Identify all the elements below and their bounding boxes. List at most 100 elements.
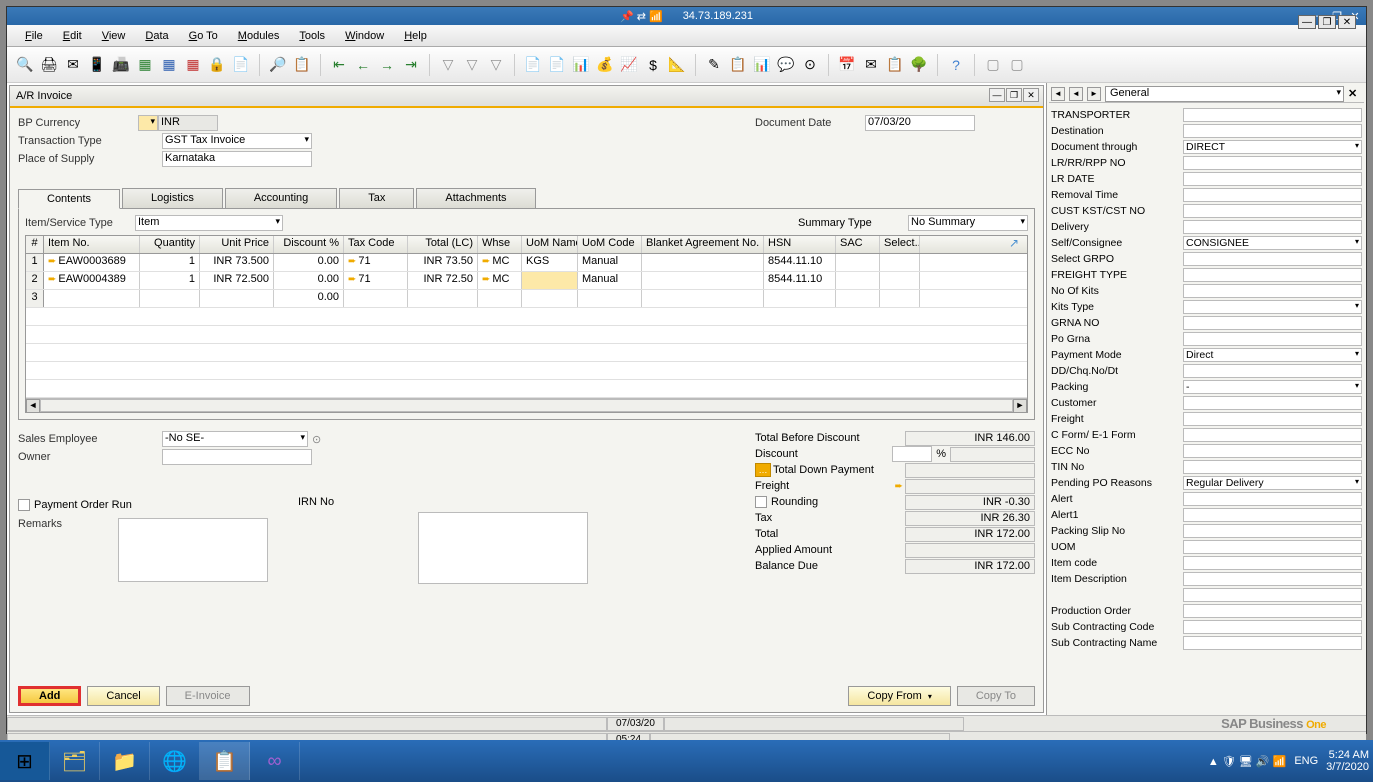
menu-file[interactable]: FFileile	[17, 28, 51, 44]
pdf-icon[interactable]: ▦	[183, 55, 203, 75]
udf-input[interactable]	[1183, 188, 1362, 202]
journal-icon[interactable]: 📊	[571, 55, 591, 75]
tray-lang[interactable]: ENG	[1294, 755, 1318, 767]
remarks-field[interactable]	[118, 518, 268, 582]
taskbar-chrome-icon[interactable]: 🌐	[150, 742, 200, 780]
print-icon[interactable]: 🖨	[39, 55, 59, 75]
bp-currency-field[interactable]: INR	[158, 115, 218, 131]
place-supply-field[interactable]: Karnataka	[162, 151, 312, 167]
app-restore-button[interactable]: ❐	[1318, 15, 1336, 29]
bp-currency-toggle[interactable]	[138, 115, 158, 131]
tab-tax[interactable]: Tax	[339, 188, 414, 208]
sales-employee-browse-icon[interactable]: ⊙	[312, 433, 321, 446]
discount-pct-field[interactable]	[892, 446, 932, 462]
einvoice-button[interactable]: E-Invoice	[166, 686, 250, 706]
col-num[interactable]: #	[26, 236, 44, 253]
side-prev-icon[interactable]: ◄	[1069, 87, 1083, 101]
col-hsn[interactable]: HSN	[764, 236, 836, 253]
word-icon[interactable]: ▦	[159, 55, 179, 75]
sales-employee-select[interactable]: -No SE-	[162, 431, 308, 447]
filter1-icon[interactable]: ▽	[438, 55, 458, 75]
menu-view[interactable]: View	[94, 28, 134, 44]
downpayment-browse-icon[interactable]: …	[755, 463, 771, 477]
fax-icon[interactable]: 📠	[111, 55, 131, 75]
preview-icon[interactable]: 🔍	[15, 55, 35, 75]
udf-input[interactable]	[1183, 316, 1362, 330]
form-minimize-button[interactable]: —	[989, 88, 1005, 102]
udf-input[interactable]	[1183, 252, 1362, 266]
alert-icon[interactable]: ⊙	[800, 55, 820, 75]
taskbar-sap-icon[interactable]: 📋	[200, 742, 250, 780]
udf-input[interactable]	[1183, 332, 1362, 346]
udf-input[interactable]	[1183, 396, 1362, 410]
form-restore-button[interactable]: ❐	[1006, 88, 1022, 102]
col-tax[interactable]: Tax Code	[344, 236, 408, 253]
col-sac[interactable]: SAC	[836, 236, 880, 253]
tray-icons[interactable]: ▲ 🛡 🖥 🔊 📶	[1208, 755, 1286, 768]
calendar-icon[interactable]: 📅	[837, 55, 857, 75]
tab-attachments[interactable]: Attachments	[416, 188, 535, 208]
menu-modules[interactable]: Modules	[230, 28, 288, 44]
freight-link-icon[interactable]: ➨	[895, 481, 903, 492]
lock-icon[interactable]: 🔒	[207, 55, 227, 75]
udf-input[interactable]	[1183, 604, 1362, 618]
col-uomn[interactable]: UoM Name	[522, 236, 578, 253]
side-category-select[interactable]: General	[1105, 86, 1344, 102]
filter3-icon[interactable]: ▽	[486, 55, 506, 75]
udf-input[interactable]	[1183, 444, 1362, 458]
irn-field[interactable]	[418, 512, 588, 584]
udf-input[interactable]	[1183, 572, 1362, 586]
udf-input[interactable]	[1183, 268, 1362, 282]
rounding-checkbox[interactable]	[755, 496, 767, 508]
menu-window[interactable]: Window	[337, 28, 392, 44]
col-qty[interactable]: Quantity	[140, 236, 200, 253]
udf-input[interactable]: Regular Delivery	[1183, 476, 1362, 490]
tab-accounting[interactable]: Accounting	[225, 188, 337, 208]
udf-input[interactable]	[1183, 524, 1362, 538]
menu-goto[interactable]: Go To	[181, 28, 226, 44]
last-icon[interactable]: ⇥	[401, 55, 421, 75]
side-close-icon[interactable]: ✕	[1348, 87, 1362, 100]
next-icon[interactable]: →	[377, 55, 397, 75]
payment-order-checkbox[interactable]	[18, 499, 30, 511]
menu-tools[interactable]: Tools	[291, 28, 333, 44]
udf-input[interactable]	[1183, 284, 1362, 298]
udf-input[interactable]	[1183, 124, 1362, 138]
form-close-button[interactable]: ✕	[1023, 88, 1039, 102]
help-icon[interactable]: ?	[946, 55, 966, 75]
summary-type-select[interactable]: No Summary	[908, 215, 1028, 231]
table-row[interactable]: 1➨EAW00036891INR 73.5000.00➨71INR 73.50➨…	[26, 254, 1027, 272]
new-item-icon[interactable]: 📋	[728, 55, 748, 75]
tree-icon[interactable]: 🌳	[909, 55, 929, 75]
app-close-button[interactable]: ✕	[1338, 15, 1356, 29]
context2-icon[interactable]: ▢	[1007, 55, 1027, 75]
menu-help[interactable]: Help	[396, 28, 435, 44]
taskbar-explorer1-icon[interactable]: 🗂	[50, 742, 100, 780]
item-service-select[interactable]: Item	[135, 215, 283, 231]
start-button[interactable]: ⊞	[0, 742, 50, 780]
udf-input[interactable]	[1183, 300, 1362, 314]
col-price[interactable]: Unit Price	[200, 236, 274, 253]
col-sel[interactable]: Select...	[880, 236, 920, 253]
layout-icon[interactable]: 📐	[667, 55, 687, 75]
scroll-right-icon[interactable]: ►	[1013, 399, 1027, 413]
col-blanket[interactable]: Blanket Agreement No.	[642, 236, 764, 253]
udf-input[interactable]	[1183, 108, 1362, 122]
udf-input[interactable]	[1183, 204, 1362, 218]
menu-data[interactable]: Data	[137, 28, 176, 44]
scroll-left-icon[interactable]: ◄	[26, 399, 40, 413]
udf-input[interactable]	[1183, 156, 1362, 170]
payment-icon[interactable]: 💰	[595, 55, 615, 75]
udf-input[interactable]: DIRECT	[1183, 140, 1362, 154]
tab-contents[interactable]: Contents	[18, 189, 120, 209]
expand-grid-icon[interactable]: ↗	[1009, 236, 1019, 250]
mail2-icon[interactable]: ✉	[861, 55, 881, 75]
udf-input[interactable]	[1183, 220, 1362, 234]
udf-input[interactable]	[1183, 636, 1362, 650]
taskbar-explorer2-icon[interactable]: 📁	[100, 742, 150, 780]
doc-icon[interactable]: 📄	[231, 55, 251, 75]
doc-date-field[interactable]: 07/03/20	[865, 115, 975, 131]
message-icon[interactable]: 💬	[776, 55, 796, 75]
table-row[interactable]: 2➨EAW00043891INR 72.5000.00➨71INR 72.50➨…	[26, 272, 1027, 290]
udf-input[interactable]	[1183, 172, 1362, 186]
